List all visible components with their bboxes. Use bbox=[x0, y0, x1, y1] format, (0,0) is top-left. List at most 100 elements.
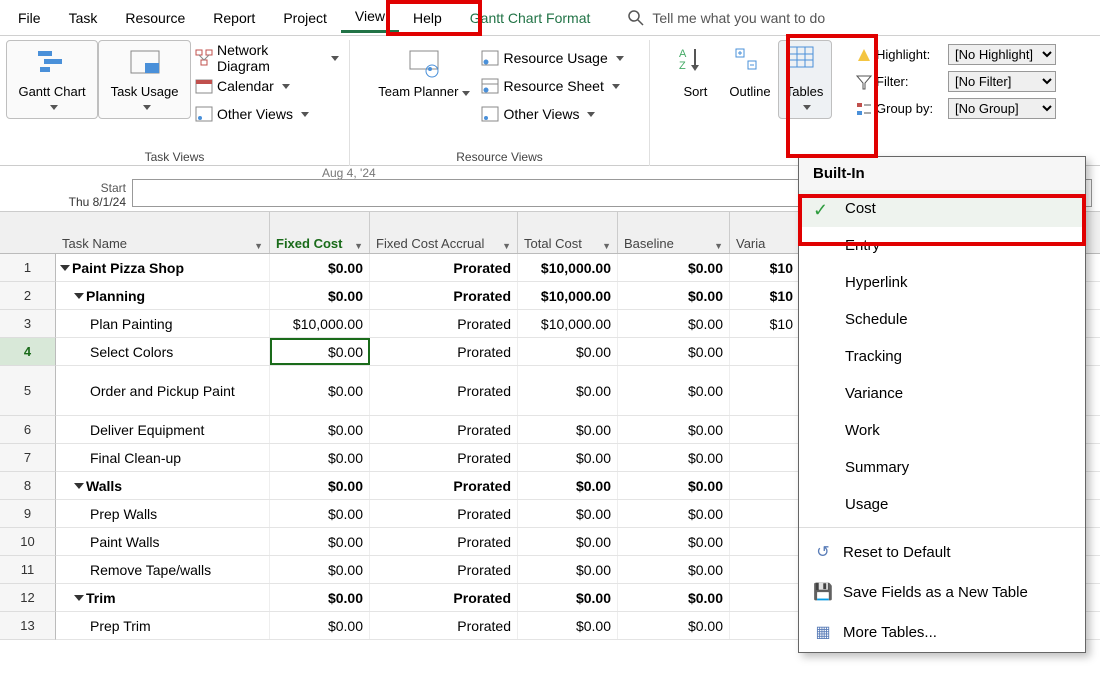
cell-baseline[interactable]: $0.00 bbox=[618, 612, 730, 639]
cell-baseline[interactable]: $0.00 bbox=[618, 444, 730, 471]
groupby-select[interactable]: [No Group] bbox=[948, 98, 1056, 119]
cell-variance[interactable]: $10 bbox=[730, 310, 800, 337]
cell-accrual[interactable]: Prorated bbox=[370, 500, 518, 527]
cell-fixed-cost[interactable]: $0.00 bbox=[270, 254, 370, 281]
menu-view[interactable]: View bbox=[341, 2, 399, 33]
cell-total-cost[interactable]: $0.00 bbox=[518, 500, 618, 527]
cell-baseline[interactable]: $0.00 bbox=[618, 500, 730, 527]
row-number[interactable]: 13 bbox=[0, 612, 56, 640]
cell-task-name[interactable]: Deliver Equipment bbox=[56, 416, 270, 443]
row-number[interactable]: 5 bbox=[0, 366, 56, 416]
cell-accrual[interactable]: Prorated bbox=[370, 444, 518, 471]
cell-accrual[interactable]: Prorated bbox=[370, 556, 518, 583]
cell-baseline[interactable]: $0.00 bbox=[618, 254, 730, 281]
cell-total-cost[interactable]: $0.00 bbox=[518, 366, 618, 415]
cell-total-cost[interactable]: $10,000.00 bbox=[518, 282, 618, 309]
cell-baseline[interactable]: $0.00 bbox=[618, 366, 730, 415]
menu-help[interactable]: Help bbox=[399, 4, 456, 32]
cell-total-cost[interactable]: $0.00 bbox=[518, 472, 618, 499]
tables-button[interactable]: Tables bbox=[778, 40, 832, 119]
cell-task-name[interactable]: Select Colors bbox=[56, 338, 270, 365]
sort-button[interactable]: AZ Sort bbox=[668, 40, 722, 104]
table-option-tracking[interactable]: Tracking bbox=[799, 338, 1085, 375]
cell-variance[interactable] bbox=[730, 500, 800, 527]
cell-variance[interactable] bbox=[730, 472, 800, 499]
cell-accrual[interactable]: Prorated bbox=[370, 528, 518, 555]
row-number[interactable]: 1 bbox=[0, 254, 56, 282]
cell-variance[interactable] bbox=[730, 444, 800, 471]
save-fields-new-table[interactable]: 💾Save Fields as a New Table bbox=[799, 572, 1085, 612]
expand-icon[interactable] bbox=[74, 483, 84, 489]
cell-baseline[interactable]: $0.00 bbox=[618, 282, 730, 309]
cell-task-name[interactable]: Trim bbox=[56, 584, 270, 611]
table-option-schedule[interactable]: Schedule bbox=[799, 301, 1085, 338]
cell-task-name[interactable]: Planning bbox=[56, 282, 270, 309]
expand-icon[interactable] bbox=[60, 265, 70, 271]
team-planner-button[interactable]: Team Planner bbox=[371, 40, 477, 104]
menu-task[interactable]: Task bbox=[55, 4, 112, 32]
col-task-name[interactable]: Task Name▼ bbox=[56, 212, 270, 253]
row-number[interactable]: 10 bbox=[0, 528, 56, 556]
cell-total-cost[interactable]: $0.00 bbox=[518, 556, 618, 583]
filter-select[interactable]: [No Filter] bbox=[948, 71, 1056, 92]
cell-accrual[interactable]: Prorated bbox=[370, 366, 518, 415]
cell-accrual[interactable]: Prorated bbox=[370, 416, 518, 443]
cell-task-name[interactable]: Order and Pickup Paint bbox=[56, 366, 270, 415]
table-option-variance[interactable]: Variance bbox=[799, 375, 1085, 412]
cell-variance[interactable] bbox=[730, 416, 800, 443]
cell-baseline[interactable]: $0.00 bbox=[618, 338, 730, 365]
row-number[interactable]: 9 bbox=[0, 500, 56, 528]
expand-icon[interactable] bbox=[74, 293, 84, 299]
cell-fixed-cost[interactable]: $10,000.00 bbox=[270, 310, 370, 337]
cell-variance[interactable] bbox=[730, 338, 800, 365]
other-resource-views-button[interactable]: Other Views bbox=[477, 100, 627, 128]
row-number[interactable]: 3 bbox=[0, 310, 56, 338]
col-total-cost[interactable]: Total Cost▼ bbox=[518, 212, 618, 253]
reset-to-default[interactable]: ↺Reset to Default bbox=[799, 532, 1085, 572]
table-option-usage[interactable]: Usage bbox=[799, 486, 1085, 523]
cell-fixed-cost[interactable]: $0.00 bbox=[270, 500, 370, 527]
cell-fixed-cost[interactable]: $0.00 bbox=[270, 282, 370, 309]
cell-total-cost[interactable]: $0.00 bbox=[518, 416, 618, 443]
cell-fixed-cost[interactable]: $0.00 bbox=[270, 366, 370, 415]
cell-fixed-cost[interactable]: $0.00 bbox=[270, 444, 370, 471]
cell-baseline[interactable]: $0.00 bbox=[618, 556, 730, 583]
cell-total-cost[interactable]: $0.00 bbox=[518, 528, 618, 555]
cell-fixed-cost[interactable]: $0.00 bbox=[270, 612, 370, 639]
col-fixed-cost[interactable]: Fixed Cost▼ bbox=[270, 212, 370, 253]
row-number[interactable]: 12 bbox=[0, 584, 56, 612]
cell-accrual[interactable]: Prorated bbox=[370, 338, 518, 365]
table-option-work[interactable]: Work bbox=[799, 412, 1085, 449]
menu-file[interactable]: File bbox=[4, 4, 55, 32]
cell-task-name[interactable]: Prep Trim bbox=[56, 612, 270, 639]
cell-baseline[interactable]: $0.00 bbox=[618, 310, 730, 337]
cell-accrual[interactable]: Prorated bbox=[370, 254, 518, 281]
gantt-chart-button[interactable]: Gantt Chart bbox=[6, 40, 98, 119]
menu-resource[interactable]: Resource bbox=[111, 4, 199, 32]
row-number[interactable]: 2 bbox=[0, 282, 56, 310]
cell-total-cost[interactable]: $0.00 bbox=[518, 444, 618, 471]
cell-variance[interactable] bbox=[730, 366, 800, 415]
col-baseline[interactable]: Baseline▼ bbox=[618, 212, 730, 253]
resource-sheet-button[interactable]: Resource Sheet bbox=[477, 72, 627, 100]
cell-variance[interactable]: $10 bbox=[730, 254, 800, 281]
cell-variance[interactable] bbox=[730, 612, 800, 639]
row-number[interactable]: 4 bbox=[0, 338, 56, 366]
cell-task-name[interactable]: Walls bbox=[56, 472, 270, 499]
row-number[interactable]: 8 bbox=[0, 472, 56, 500]
table-option-summary[interactable]: Summary bbox=[799, 449, 1085, 486]
cell-baseline[interactable]: $0.00 bbox=[618, 416, 730, 443]
cell-fixed-cost[interactable]: $0.00 bbox=[270, 584, 370, 611]
highlight-select[interactable]: [No Highlight] bbox=[948, 44, 1056, 65]
cell-variance[interactable] bbox=[730, 584, 800, 611]
cell-accrual[interactable]: Prorated bbox=[370, 612, 518, 639]
cell-baseline[interactable]: $0.00 bbox=[618, 528, 730, 555]
cell-total-cost[interactable]: $0.00 bbox=[518, 612, 618, 639]
cell-baseline[interactable]: $0.00 bbox=[618, 584, 730, 611]
col-accrual[interactable]: Fixed Cost Accrual▼ bbox=[370, 212, 518, 253]
cell-total-cost[interactable]: $0.00 bbox=[518, 584, 618, 611]
tell-me-search[interactable]: Tell me what you want to do bbox=[628, 10, 825, 26]
table-option-cost[interactable]: ✓Cost bbox=[799, 190, 1085, 227]
table-option-hyperlink[interactable]: Hyperlink bbox=[799, 264, 1085, 301]
cell-total-cost[interactable]: $0.00 bbox=[518, 338, 618, 365]
